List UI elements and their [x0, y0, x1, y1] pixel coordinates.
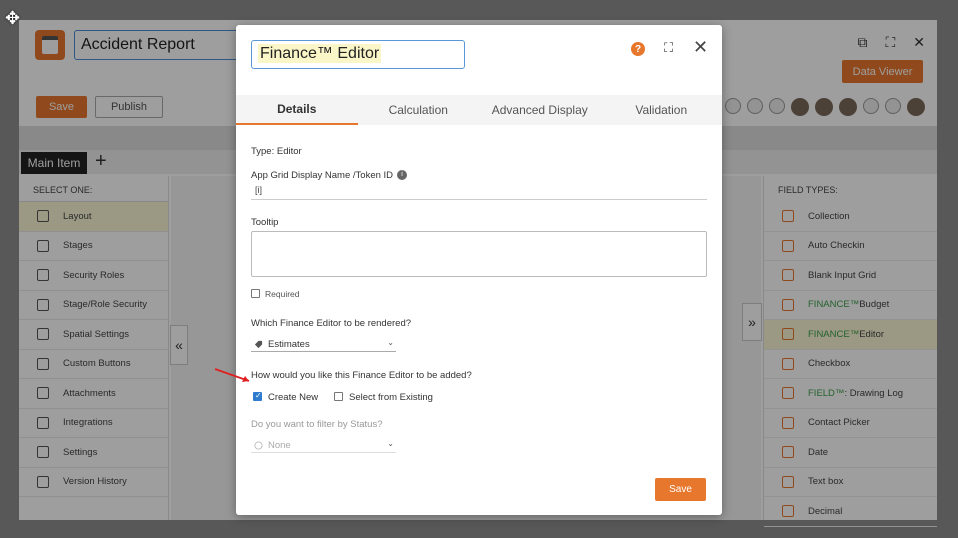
expand-icon[interactable]: ⛶ [664, 40, 673, 56]
save-button[interactable]: Save [655, 478, 706, 501]
red-arrow-annotation [214, 368, 250, 382]
filter-status-label: Do you want to filter by Status? [251, 419, 383, 430]
tab-advanced-display[interactable]: Advanced Display [479, 95, 601, 125]
close-icon[interactable]: ✕ [693, 37, 708, 58]
select-existing-label: Select from Existing [349, 392, 433, 403]
grid-name-label-row: App Grid Display Name /Token ID i [251, 170, 408, 181]
select-existing-checkbox[interactable] [334, 392, 343, 401]
chevron-down-icon: ⌄ [387, 338, 394, 347]
how-added-label: How would you like this Finance Editor t… [251, 370, 472, 381]
grid-name-label: App Grid Display Name /Token ID [251, 170, 394, 181]
finance-editor-value: Estimates [268, 338, 310, 350]
field-title-text: Finance™ Editor [258, 44, 382, 63]
tab-validation[interactable]: Validation [601, 95, 723, 125]
required-label: Required [265, 289, 300, 299]
tooltip-textarea[interactable] [251, 231, 707, 277]
chevron-down-icon: ⌄ [387, 439, 394, 448]
move-cursor-icon: ✥ [5, 8, 21, 28]
finance-editor-select[interactable]: Estimates ⌄ [251, 337, 396, 352]
tooltip-label: Tooltip [251, 217, 279, 228]
filter-status-value: None [268, 439, 291, 451]
dialog-tabs: Details Calculation Advanced Display Val… [236, 95, 722, 125]
info-icon[interactable]: i [397, 170, 408, 181]
finance-editor-dialog: Finance™ Editor ? ⛶ ✕ Details Calculatio… [236, 25, 722, 515]
tab-calculation[interactable]: Calculation [358, 95, 480, 125]
help-icon[interactable]: ? [631, 42, 645, 56]
tab-details[interactable]: Details [236, 95, 358, 125]
field-title-input[interactable]: Finance™ Editor [251, 40, 465, 69]
required-checkbox[interactable] [251, 289, 260, 298]
tag-icon [254, 340, 263, 348]
create-new-checkbox[interactable] [253, 391, 262, 401]
status-icon [254, 440, 263, 450]
filter-status-select[interactable]: None ⌄ [251, 438, 396, 453]
token-id-input[interactable]: [i] [251, 185, 707, 200]
create-new-label: Create New [268, 392, 319, 403]
type-label: Type: Editor [251, 146, 302, 157]
which-editor-label: Which Finance Editor to be rendered? [251, 318, 412, 329]
